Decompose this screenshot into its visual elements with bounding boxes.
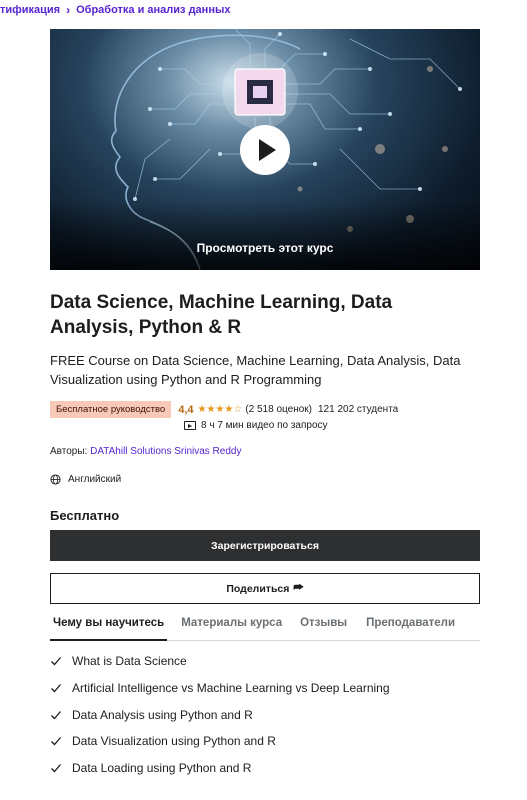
globe-icon [50,474,61,485]
course-subtitle: FREE Course on Data Science, Machine Lea… [50,353,461,387]
breadcrumb-item-certification[interactable]: тификация [0,4,60,16]
duration-text: 8 ч 7 мин видео по запросу [201,420,328,431]
breadcrumb-separator: › [66,3,71,17]
learn-item-text: Artificial Intelligence vs Machine Learn… [72,680,390,695]
rating-value: 4,4 [178,403,194,416]
list-item: Data Loading using Python and R [50,761,480,788]
check-icon [51,764,61,773]
learn-item-text: Data Loading using Python and R [72,761,252,776]
play-button[interactable] [240,125,290,175]
learn-item-text: What is Data Science [72,654,187,668]
learn-item-text: Data Visualization using Python and R [72,734,276,749]
check-icon [51,657,61,666]
reviews-count[interactable]: (2 518 оценок) [245,404,312,415]
language-line: Английский [50,474,121,485]
list-item: Data Visualization using Python and R [50,734,480,761]
tab-course-content[interactable]: Материалы курса [181,606,282,641]
preview-shade [50,200,480,270]
breadcrumb-item-data-analysis[interactable]: Обработка и анализ данных [76,4,230,16]
tab-reviews[interactable]: Отзывы [300,606,347,641]
video-icon [184,421,196,430]
share-button[interactable]: Поделиться ⮫ [50,573,480,604]
authors-label: Авторы: [50,446,88,457]
learn-list: What is Data Science Artificial Intellig… [50,654,480,788]
learn-item-text: Data Analysis using Python and R [72,707,253,722]
breadcrumb: тификация › Обработка и анализ данных [0,2,230,18]
language-text: Английский [68,474,122,485]
tab-instructors[interactable]: Преподаватели [366,606,455,641]
play-icon [259,139,276,161]
list-item: Artificial Intelligence vs Machine Learn… [50,681,480,708]
tab-what-you-learn[interactable]: Чему вы научитесь [50,606,168,641]
share-label: Поделиться [226,582,290,595]
free-guide-badge: Бесплатное руководство [50,401,172,418]
price: Бесплатно [50,508,120,523]
authors-line: Авторы: DATAhill Solutions Srinivas Redd… [50,446,241,457]
check-icon [51,710,61,720]
share-arrow-icon: ⮫ [293,582,304,594]
register-button[interactable]: Зарегистрироваться [50,530,480,561]
video-duration: 8 ч 7 мин видео по запросу [184,418,328,433]
authors-link[interactable]: DATAhill Solutions Srinivas Reddy [90,446,241,457]
students-count: 121 202 студента [318,404,399,415]
list-item: What is Data Science [50,654,480,681]
check-icon [51,737,61,746]
course-tabs: Чему вы научитесь Материалы курса Отзывы… [50,606,480,641]
course-preview-video[interactable]: Просмотреть этот курс [50,29,480,270]
list-item: Data Analysis using Python and R [50,708,480,735]
course-title: Data Science, Machine Learning, Data Ana… [50,292,393,338]
course-meta-row: Бесплатное руководство 4,4 ★★★★☆ (2 518 … [50,401,398,418]
rating-stars-icon: ★★★★☆ [197,404,243,415]
preview-label: Просмотреть этот курс [196,241,334,255]
check-icon [51,683,61,693]
